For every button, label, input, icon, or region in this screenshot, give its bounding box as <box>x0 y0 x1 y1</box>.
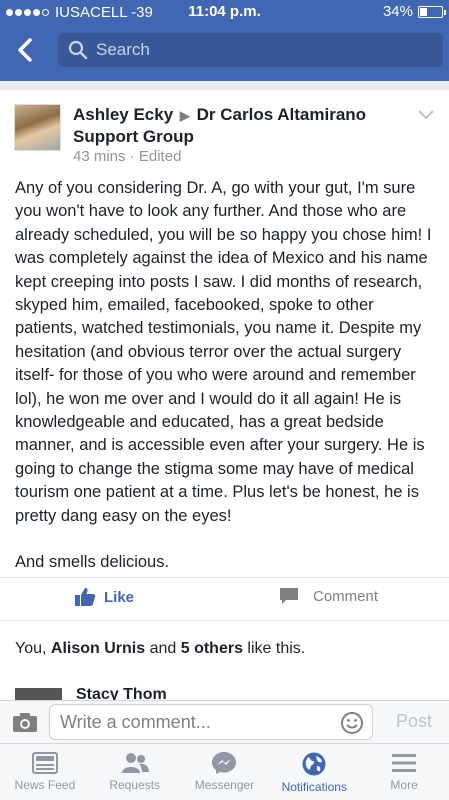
tab-news-feed[interactable]: News Feed <box>0 744 90 800</box>
tab-more[interactable]: More <box>359 744 449 800</box>
edited-label[interactable]: Edited <box>139 148 182 165</box>
tab-label: Messenger <box>194 778 255 792</box>
messenger-icon <box>212 752 237 774</box>
likes-suffix: like this. <box>242 640 306 657</box>
like-label: Like <box>104 588 135 606</box>
battery-info: 34% <box>382 3 446 20</box>
comment-composer: Post <box>0 700 449 743</box>
author-name[interactable]: Ashley Ecky <box>73 105 173 124</box>
camera-button[interactable] <box>12 711 38 738</box>
post-card: Ashley Ecky ▶ Dr Carlos Altamirano Suppo… <box>0 90 449 700</box>
news-feed-icon <box>31 752 58 774</box>
commenter-avatar[interactable] <box>15 688 62 700</box>
post-time[interactable]: 43 mins <box>73 148 126 165</box>
post-comment-button[interactable]: Post <box>396 711 432 732</box>
post-text: Any of you considering Dr. A, go with yo… <box>15 177 435 598</box>
back-arrow-icon <box>18 38 32 62</box>
tab-label: Notifications <box>281 780 347 794</box>
divider <box>0 577 449 578</box>
status-time: 11:04 p.m. <box>188 3 261 20</box>
tab-requests[interactable]: Requests <box>90 744 180 800</box>
comment-button[interactable]: Comment <box>279 587 378 605</box>
post-options-button[interactable] <box>417 108 435 126</box>
comment-icon <box>280 588 298 604</box>
menu-icon <box>392 754 417 772</box>
tab-label: Requests <box>109 778 161 792</box>
divider <box>0 620 449 621</box>
likes-others[interactable]: 5 others <box>181 640 243 657</box>
top-header: IUSACELL -39 11:04 p.m. 34% <box>0 0 449 81</box>
back-button[interactable] <box>12 36 40 64</box>
battery-icon <box>418 5 446 18</box>
battery-percent: 34% <box>382 3 413 20</box>
tab-label: News Feed <box>14 778 76 792</box>
shared-to-arrow-icon: ▶ <box>179 108 190 123</box>
status-bar: IUSACELL -39 11:04 p.m. 34% <box>0 0 449 24</box>
comment-input[interactable] <box>50 705 330 739</box>
camera-icon <box>13 713 37 732</box>
likes-prefix: You, <box>15 640 51 657</box>
likes-middle: and <box>145 640 181 657</box>
author-avatar[interactable] <box>14 104 61 151</box>
tab-notifications[interactable]: Notifications <box>269 744 359 800</box>
liker-name[interactable]: Alison Urnis <box>51 640 145 657</box>
commenter-name[interactable]: Stacy Thom <box>76 686 167 700</box>
search-bar[interactable] <box>58 33 443 67</box>
search-icon <box>68 40 88 60</box>
tab-label: More <box>390 778 418 792</box>
comment-label: Comment <box>313 587 379 605</box>
globe-icon <box>302 752 326 776</box>
meta-separator: · <box>129 148 135 165</box>
like-button[interactable]: Like <box>74 587 134 607</box>
emoji-icon[interactable] <box>340 711 364 735</box>
comment-input-box[interactable] <box>49 704 373 740</box>
post-header: Ashley Ecky ▶ Dr Carlos Altamirano Suppo… <box>73 104 403 147</box>
search-input[interactable] <box>96 40 416 60</box>
likes-summary[interactable]: You, Alison Urnis and 5 others like this… <box>15 640 305 658</box>
post-paragraph: And smells delicious. <box>15 553 170 572</box>
friend-requests-icon <box>121 753 149 773</box>
tab-messenger[interactable]: Messenger <box>180 744 270 800</box>
bottom-tab-bar: News Feed Requests Messenger Notificatio… <box>0 743 449 800</box>
post-meta: 43 mins · Edited <box>73 148 181 165</box>
chevron-down-icon <box>418 110 434 120</box>
post-paragraph: Any of you considering Dr. A, go with yo… <box>15 179 432 525</box>
thumbs-up-icon <box>75 588 96 606</box>
